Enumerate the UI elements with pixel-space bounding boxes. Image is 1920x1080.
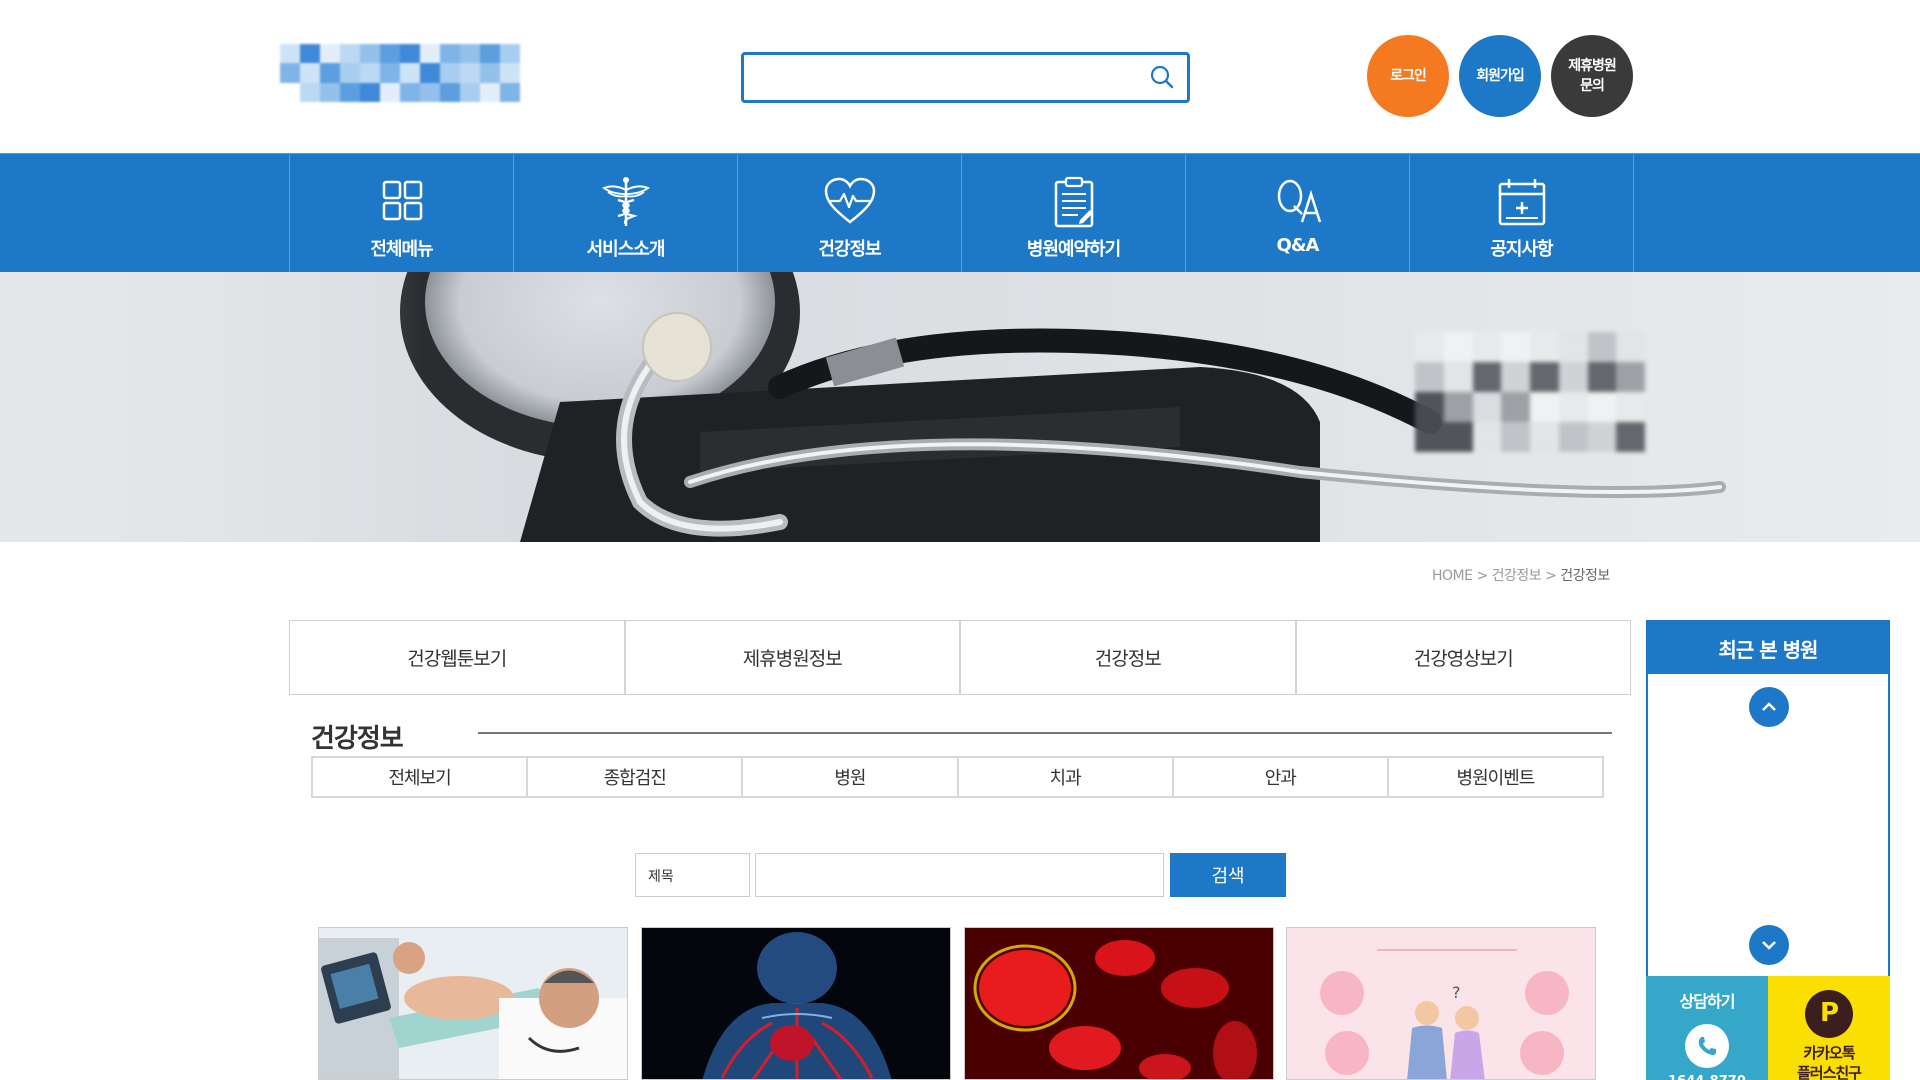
circulatory-system-image xyxy=(642,928,950,1079)
breadcrumb-current: 건강정보 xyxy=(1560,568,1610,584)
site-logo[interactable] xyxy=(280,44,540,102)
consult-button[interactable]: 상담하기 1644-8770 xyxy=(1646,976,1768,1080)
article-thumbnail[interactable] xyxy=(641,927,951,1080)
breadcrumb-home[interactable]: HOME xyxy=(1432,568,1473,584)
caduceus-icon xyxy=(601,177,650,226)
category-tab-event[interactable]: 병원이벤트 xyxy=(1389,758,1602,796)
search-field-select[interactable]: 제목 xyxy=(635,853,750,897)
calendar-icon xyxy=(1498,179,1545,226)
main-tabs: 건강웹툰보기 제휴병원정보 건강정보 건강영상보기 xyxy=(289,620,1631,695)
article-thumbnail[interactable] xyxy=(318,927,628,1080)
category-tab-hospital[interactable]: 병원 xyxy=(743,758,959,796)
scroll-up-button[interactable] xyxy=(1749,687,1789,727)
category-tab-dental[interactable]: 치과 xyxy=(959,758,1174,796)
search-icon[interactable] xyxy=(1149,64,1175,90)
board-search-input[interactable] xyxy=(756,854,1163,896)
nav-label: 전체메뉴 xyxy=(370,239,433,260)
scroll-down-button[interactable] xyxy=(1749,925,1789,965)
recent-hospitals-title: 최근 본 병원 xyxy=(1648,622,1888,674)
nav-label: Q&A xyxy=(1276,235,1320,256)
nav-label: 서비스소개 xyxy=(586,239,666,260)
chevron-up-icon xyxy=(1762,702,1776,711)
main-nav: 전체메뉴 서비스소개 건강정보 병원예약하기 Q&A 공지사항 xyxy=(289,154,1634,273)
nav-item-health-info[interactable]: 건강정보 xyxy=(738,154,962,273)
svg-text:?: ? xyxy=(1452,983,1461,1002)
hero-banner xyxy=(0,272,1920,542)
category-tabs: 전체보기 종합검진 병원 치과 안과 병원이벤트 xyxy=(311,756,1604,798)
partner-inquiry-button[interactable]: 제휴병원 문의 xyxy=(1551,35,1633,117)
tab-partner-hospital[interactable]: 제휴병원정보 xyxy=(626,621,961,694)
header-search-box[interactable] xyxy=(741,52,1190,103)
breadcrumb-level1[interactable]: 건강정보 xyxy=(1492,568,1542,584)
nav-item-all-menu[interactable]: 전체메뉴 xyxy=(290,154,514,273)
phone-icon xyxy=(1685,1024,1729,1068)
couple-illustration-image: ? xyxy=(1287,928,1595,1079)
category-tab-all[interactable]: 전체보기 xyxy=(313,758,529,796)
nav-item-notice[interactable]: 공지사항 xyxy=(1410,154,1634,273)
consult-phone-number: 1644-8770 xyxy=(1646,1074,1768,1080)
kakao-plus-icon: P xyxy=(1805,990,1853,1038)
tab-health-webtoon[interactable]: 건강웹툰보기 xyxy=(290,621,626,694)
kakao-label-2: 플러스친구 xyxy=(1796,1063,1862,1080)
recent-hospitals-panel: 최근 본 병원 상담하기 1644-8770 P 카카오톡 플러스친구 xyxy=(1646,620,1890,1080)
category-tab-eye[interactable]: 안과 xyxy=(1174,758,1389,796)
kakao-label: 카카오톡 xyxy=(1803,1044,1855,1062)
grid-icon xyxy=(382,180,422,221)
main-nav-bar: 전체메뉴 서비스소개 건강정보 병원예약하기 Q&A 공지사항 xyxy=(0,153,1920,273)
nav-item-service-intro[interactable]: 서비스소개 xyxy=(514,154,738,273)
category-tab-checkup[interactable]: 종합검진 xyxy=(528,758,744,796)
breadcrumb: HOME > 건강정보 > 건강정보 xyxy=(1432,565,1610,585)
board-search-field[interactable] xyxy=(755,853,1164,897)
header-search-input[interactable] xyxy=(756,55,1136,99)
chevron-down-icon xyxy=(1762,941,1776,950)
tab-health-info[interactable]: 건강정보 xyxy=(961,621,1297,694)
ultrasound-exam-image xyxy=(319,928,627,1079)
breadcrumb-separator: > xyxy=(1545,568,1557,584)
article-thumbnail[interactable] xyxy=(964,927,1274,1080)
login-button[interactable]: 로그인 xyxy=(1367,35,1449,117)
blood-cells-image xyxy=(965,928,1273,1079)
breadcrumb-separator: > xyxy=(1476,568,1488,584)
nav-label: 건강정보 xyxy=(818,239,881,260)
nav-label: 병원예약하기 xyxy=(1026,239,1121,260)
nav-label: 공지사항 xyxy=(1490,239,1553,260)
consult-label: 상담하기 xyxy=(1679,992,1736,1011)
section-title: 건강정보 xyxy=(311,724,404,754)
signup-button[interactable]: 회원가입 xyxy=(1459,35,1541,117)
kakao-plus-friend-button[interactable]: P 카카오톡 플러스친구 xyxy=(1768,976,1890,1080)
qa-icon xyxy=(1277,179,1321,223)
banner-text-blurred xyxy=(1415,332,1645,452)
search-submit-button[interactable]: 검색 xyxy=(1170,853,1286,897)
page: 로그인 회원가입 제휴병원 문의 전체메뉴 서비스소개 건강정보 병원예약하기 … xyxy=(0,0,1920,1080)
tab-health-video[interactable]: 건강영상보기 xyxy=(1297,621,1631,694)
clipboard-icon xyxy=(1054,176,1093,228)
nav-item-qa[interactable]: Q&A xyxy=(1186,154,1410,273)
heart-pulse-icon xyxy=(824,177,875,224)
nav-item-hospital-booking[interactable]: 병원예약하기 xyxy=(962,154,1186,273)
article-thumbnail[interactable]: ? xyxy=(1286,927,1596,1080)
title-divider xyxy=(478,732,1612,734)
